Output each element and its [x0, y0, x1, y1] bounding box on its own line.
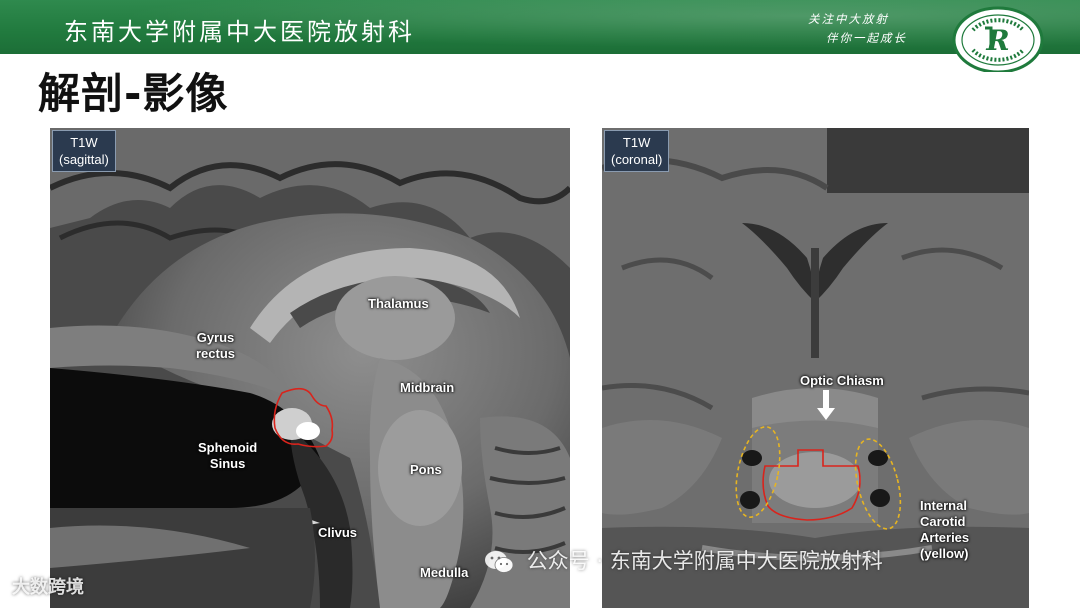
label-gyrus-line-2: rectus [196, 346, 236, 361]
label-gyrus-rectus: Gyrus rectus [196, 330, 235, 362]
mri-coronal-panel: T1W (coronal) Optic Chiasm Internal Caro… [602, 128, 1029, 608]
label-sphenoid-line-2: Sinus [209, 456, 246, 471]
page-title: 解剖-影像 [38, 69, 229, 118]
label-ica-line-1: Internal [920, 498, 967, 513]
wechat-icon [485, 551, 514, 573]
coronal-sequence-label: T1W (coronal) [604, 130, 670, 172]
label-thalamus: Thalamus [368, 296, 429, 311]
coronal-plane: (coronal) [611, 152, 663, 167]
label-midbrain: Midbrain [400, 380, 455, 395]
slogan-line-2: 伴你一起成长 [826, 31, 907, 45]
label-clivus: Clivus [318, 525, 358, 540]
coronal-sequence: T1W [622, 135, 651, 150]
center-watermark-text: 公众号 · 东南大学附属中大医院放射科 [526, 549, 883, 573]
sagittal-sequence: T1W [70, 135, 98, 150]
header-banner: 东南大学附属中大医院放射科 关注中大放射 伴你一起成长 [0, 0, 1080, 54]
label-sphenoid-line-1: Sphenoid [198, 440, 258, 455]
sagittal-mri-image [50, 128, 570, 608]
label-ica-line-4: (yellow) [920, 546, 969, 561]
slogan-line-1: 关注中大放射 [808, 12, 889, 26]
slogan: 关注中大放射 伴你一起成长 [808, 10, 948, 48]
institution-title: 东南大学附属中大医院放射科 [64, 18, 415, 46]
sagittal-sequence-label: T1W (sagittal) [52, 130, 116, 172]
label-ica-line-2: Carotid [920, 514, 966, 529]
center-watermark: 公众号 · 东南大学附属中大医院放射科 [484, 545, 883, 575]
label-internal-carotid-arteries: Internal Carotid Arteries (yellow) [920, 498, 969, 562]
label-ica-line-3: Arteries [920, 530, 970, 545]
sagittal-plane: (sagittal) [59, 152, 109, 167]
mri-sagittal-panel: T1W (sagittal) Thalamus Gyrus rectus Mid… [50, 128, 570, 608]
label-gyrus-line-1: Gyrus [196, 330, 235, 345]
hospital-logo-icon: R [952, 6, 1044, 72]
label-optic-chiasm: Optic Chiasm [800, 373, 884, 388]
label-sphenoid-sinus: Sphenoid Sinus [198, 440, 257, 472]
corner-watermark: 大数跨境 [12, 577, 84, 598]
label-medulla: Medulla [420, 565, 469, 580]
label-pons: Pons [410, 462, 442, 477]
